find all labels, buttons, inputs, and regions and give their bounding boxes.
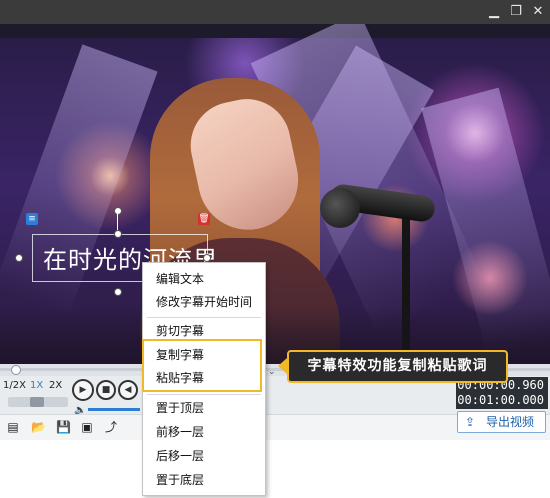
window-titlebar: ▁ ❐ ✕ (0, 0, 550, 24)
menu-item-paste-caption[interactable]: 粘贴字幕 (143, 367, 265, 389)
resize-handle-bottom[interactable] (114, 288, 122, 296)
callout-arrow (278, 358, 287, 374)
menu-separator (147, 394, 261, 395)
context-menu: 编辑文本 修改字幕开始时间 剪切字幕 复制字幕 粘贴字幕 置于顶层 前移一层 后… (142, 262, 266, 496)
export-video-label: 导出视频 (486, 415, 535, 429)
minimize-icon[interactable]: ▁ (483, 0, 505, 24)
list-icon[interactable]: ≡ (26, 213, 38, 225)
play-icon[interactable]: ▶ (72, 379, 94, 401)
save-as-icon[interactable]: ▣ (80, 420, 94, 434)
export-icon: ⇪ (465, 415, 476, 429)
menu-item-send-backward[interactable]: 后移一层 (143, 445, 265, 467)
menu-item-bring-to-front[interactable]: 置于顶层 (143, 397, 265, 419)
export-video-button[interactable]: ⇪ 导出视频 (457, 411, 546, 433)
speed-2x-button[interactable]: 2X (49, 380, 62, 391)
speed-slider[interactable] (8, 397, 68, 407)
microphone-head (320, 188, 360, 228)
speed-1x-button[interactable]: 1X (30, 380, 43, 391)
menu-item-bring-forward[interactable]: 前移一层 (143, 421, 265, 443)
video-preview: 在时光的河流里 ≡ 🗑 (0, 24, 550, 364)
menu-item-cut-caption[interactable]: 剪切字幕 (143, 320, 265, 342)
chevron-down-icon[interactable]: ⌄ (268, 367, 276, 377)
resize-handle-top[interactable] (114, 230, 122, 238)
timeline-knob[interactable] (11, 365, 21, 375)
rotate-handle[interactable] (114, 207, 122, 215)
menu-item-edit-text[interactable]: 编辑文本 (143, 268, 265, 290)
callout-label: 字幕特效功能复制粘贴歌词 (287, 350, 508, 383)
menu-item-send-to-back[interactable]: 置于底层 (143, 469, 265, 491)
video-frame (0, 24, 550, 364)
workspace-area (0, 440, 550, 498)
resize-handle-left[interactable] (15, 254, 23, 262)
trash-icon[interactable]: 🗑 (198, 213, 210, 225)
folder-open-icon[interactable]: 📂 (31, 420, 46, 434)
close-icon[interactable]: ✕ (527, 0, 549, 24)
share-icon[interactable]: ⤴ (104, 420, 118, 434)
resize-handle-right[interactable] (203, 254, 211, 262)
rotate-handle-line (117, 214, 118, 230)
restore-icon[interactable]: ❐ (505, 0, 527, 24)
speed-slider-knob[interactable] (30, 397, 44, 407)
save-icon[interactable]: 💾 (56, 420, 71, 434)
previous-icon[interactable]: ◀ (118, 380, 138, 400)
volume-slider[interactable] (88, 408, 140, 411)
menu-separator (147, 317, 261, 318)
menu-item-modify-start-time[interactable]: 修改字幕开始时间 (143, 291, 265, 313)
speed-half-button[interactable]: 1/2X (3, 380, 26, 391)
total-time: 00:01:00.000 (457, 393, 544, 407)
menu-item-copy-caption[interactable]: 复制字幕 (143, 344, 265, 366)
stop-icon[interactable]: ■ (96, 380, 116, 400)
subtitle-icon[interactable]: ▤ (6, 420, 20, 434)
